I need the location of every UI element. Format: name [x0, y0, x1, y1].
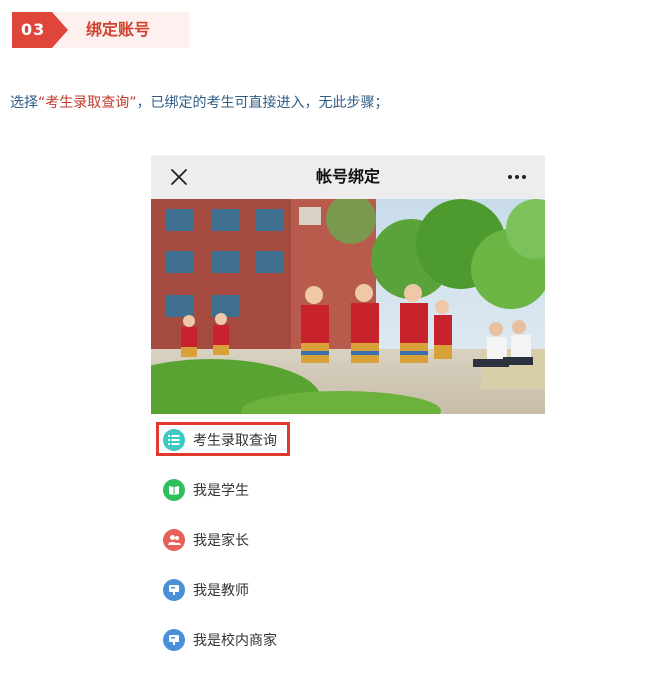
instruction-quote-close: ”	[129, 95, 137, 111]
step-title: 绑定账号	[86, 20, 151, 39]
nav-title: 帐号绑定	[315, 167, 380, 186]
more-icon[interactable]	[507, 167, 527, 187]
menu-item-label: 我是校内商家	[193, 633, 277, 649]
instruction-text: 选择“考生录取查询”，已绑定的考生可直接进入，无此步骤；	[10, 92, 389, 112]
menu-item-teacher[interactable]: 我是教师	[163, 574, 249, 606]
menu-item-campus-merchant[interactable]: 我是校内商家	[163, 624, 277, 656]
menu-item-label: 我是教师	[193, 583, 249, 599]
step-header: 03 绑定账号	[12, 12, 189, 48]
menu-item-parent[interactable]: 我是家长	[163, 524, 249, 556]
menu-item-label: 我是家长	[193, 533, 249, 549]
list-icon	[163, 429, 185, 451]
people-icon	[163, 529, 185, 551]
instruction-prefix: 选择	[10, 95, 38, 111]
shop-icon	[163, 629, 185, 651]
nav-bar: 帐号绑定	[151, 155, 545, 199]
instruction-highlight: 考生录取查询	[45, 95, 130, 111]
teacher-icon	[163, 579, 185, 601]
campus-banner-image	[151, 199, 545, 414]
phone-screen: 帐号绑定 考生录取查询 我是学生 我是家长 我是教师 我是校内商家	[151, 155, 545, 685]
instruction-suffix: ，已绑定的考生可直接进入，无此步骤；	[136, 95, 389, 111]
menu-item-label: 考生录取查询	[193, 433, 277, 449]
menu-item-student[interactable]: 我是学生	[163, 474, 249, 506]
menu-item-admission-query[interactable]: 考生录取查询	[163, 424, 277, 456]
book-icon	[163, 479, 185, 501]
menu-item-label: 我是学生	[193, 483, 249, 499]
